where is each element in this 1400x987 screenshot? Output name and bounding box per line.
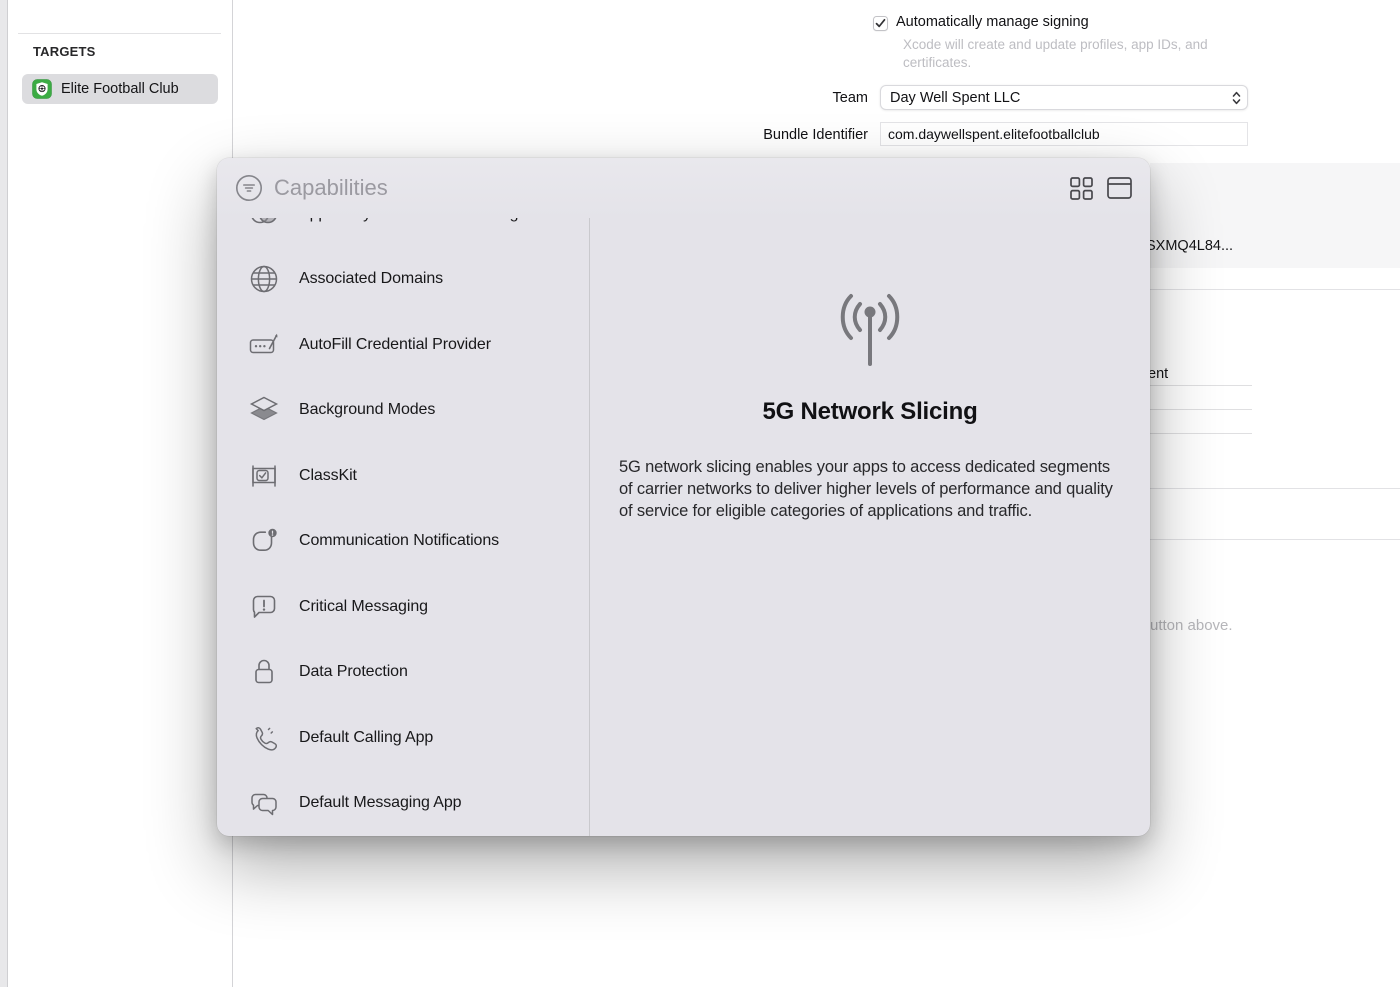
bundle-identifier-field[interactable] <box>880 122 1248 146</box>
field-underline <box>1150 385 1252 386</box>
capability-detail-description: 5G network slicing enables your apps to … <box>619 456 1121 523</box>
capability-item-apple-pay-later-merchandising[interactable]: Apple Pay Later Merchandising <box>217 218 589 247</box>
auto-manage-signing-row: Automatically manage signing <box>873 14 1089 31</box>
capability-item-classkit[interactable]: ClassKit <box>217 443 589 509</box>
grid-view-button[interactable] <box>1068 175 1094 201</box>
team-label: Team <box>768 90 868 106</box>
target-app-icon <box>32 79 52 99</box>
capability-label: Communication Notifications <box>299 532 499 550</box>
certificate-id-fragment: SXMQ4L84... <box>1146 238 1233 254</box>
capability-item-autofill-credential-provider[interactable]: AutoFill Credential Provider <box>217 312 589 378</box>
globe-icon <box>247 262 281 296</box>
capability-label: AutoFill Credential Provider <box>299 336 491 354</box>
capabilities-library-popup: Capabilities <box>217 158 1150 836</box>
chat-bubbles-icon <box>247 786 281 820</box>
lock-icon <box>247 655 281 689</box>
capability-item-critical-messaging[interactable]: Critical Messaging <box>217 574 589 640</box>
apple-pay-icon <box>247 218 281 231</box>
capability-label: Associated Domains <box>299 270 443 288</box>
popup-stepper-icon <box>1232 90 1241 106</box>
layers-icon <box>247 393 281 427</box>
app-badge-icon <box>247 524 281 558</box>
capability-detail-panel: 5G Network Slicing 5G network slicing en… <box>590 218 1150 836</box>
auto-manage-signing-checkbox[interactable] <box>873 16 888 31</box>
auto-manage-signing-label: Automatically manage signing <box>896 14 1089 30</box>
field-underline <box>1150 433 1252 434</box>
filter-icon <box>235 174 263 202</box>
capability-item-data-protection[interactable]: Data Protection <box>217 640 589 706</box>
capability-label: Default Messaging App <box>299 794 461 812</box>
bundle-identifier-label: Bundle Identifier <box>700 127 868 143</box>
capabilities-popup-body: Apple Pay Later Merchandising Associated… <box>217 218 1150 836</box>
phone-icon <box>247 721 281 755</box>
capability-label: Background Modes <box>299 401 435 419</box>
capability-item-default-calling-app[interactable]: Default Calling App <box>217 705 589 771</box>
capability-item-background-modes[interactable]: Background Modes <box>217 378 589 444</box>
signing-helper-text: Xcode will create and update profiles, a… <box>903 36 1255 71</box>
team-popup-button[interactable]: Day Well Spent LLC <box>880 85 1248 110</box>
section-divider <box>1150 488 1400 489</box>
capability-item-communication-notifications[interactable]: Communication Notifications <box>217 509 589 575</box>
section-divider <box>1150 289 1400 290</box>
section-divider <box>1150 539 1400 540</box>
team-selected-value: Day Well Spent LLC <box>890 90 1232 106</box>
capability-label: Default Calling App <box>299 729 433 747</box>
capability-label: Data Protection <box>299 663 408 681</box>
capabilities-filter-field[interactable]: Capabilities <box>235 174 1056 202</box>
alert-bubble-icon <box>247 590 281 624</box>
capability-label: Apple Pay Later Merchandising <box>299 218 518 223</box>
sidebar-divider <box>18 33 221 34</box>
team-text-fragment: ent <box>1148 366 1168 382</box>
field-underline <box>1150 409 1252 410</box>
hint-text-fragment: utton above. <box>1150 617 1233 634</box>
capability-label: ClassKit <box>299 467 357 485</box>
capabilities-filter-placeholder: Capabilities <box>274 175 388 201</box>
autofill-icon <box>247 328 281 362</box>
sidebar-item-elite-football-club[interactable]: Elite Football Club <box>22 74 218 104</box>
capability-item-default-messaging-app[interactable]: Default Messaging App <box>217 771 589 837</box>
classkit-icon <box>247 459 281 493</box>
antenna-icon <box>824 286 916 368</box>
capabilities-list: Apple Pay Later Merchandising Associated… <box>217 218 590 836</box>
target-name: Elite Football Club <box>61 81 179 97</box>
window-edge-strip <box>0 0 8 987</box>
capability-label: Critical Messaging <box>299 598 428 616</box>
capability-detail-title: 5G Network Slicing <box>590 398 1150 426</box>
capability-item-associated-domains[interactable]: Associated Domains <box>217 247 589 313</box>
targets-section-label: TARGETS <box>33 44 96 59</box>
capabilities-popup-header: Capabilities <box>217 158 1150 218</box>
window-view-button[interactable] <box>1106 175 1132 201</box>
